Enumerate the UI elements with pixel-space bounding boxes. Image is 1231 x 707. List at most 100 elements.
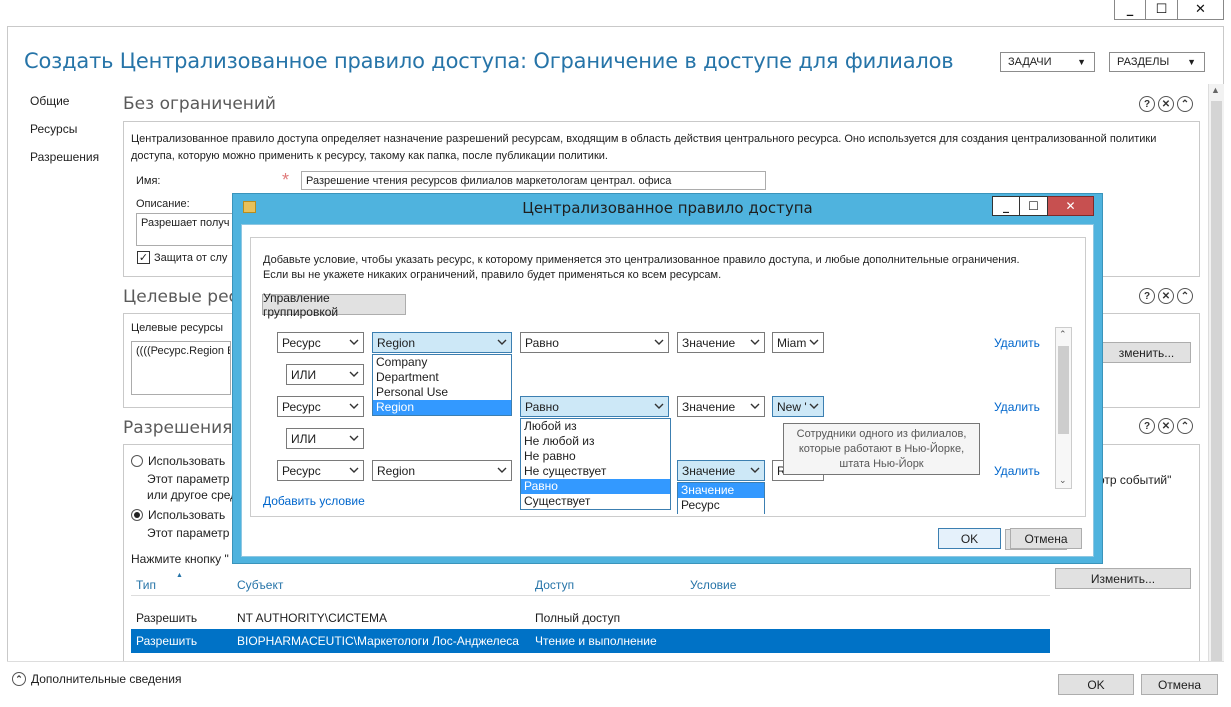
permissions-table-header: Тип ▲ Субъект Доступ Условие: [131, 572, 1050, 596]
option-not-exists[interactable]: Не существует: [521, 464, 670, 479]
protect-checkbox-row[interactable]: ✓ Защита от слу: [137, 251, 227, 264]
sections-dropdown[interactable]: РАЗДЕЛЫ ▼: [1109, 52, 1205, 72]
operator-dropdown-1[interactable]: Равно: [520, 332, 669, 353]
chevron-down-icon: [654, 403, 664, 409]
permissions-option-1[interactable]: Использовать: [131, 454, 225, 468]
option-not-any-of[interactable]: Не любой из: [521, 434, 670, 449]
main-scrollbar[interactable]: ▲: [1208, 84, 1224, 668]
source-value: Ресурс: [282, 335, 321, 350]
column-subject[interactable]: Субъект: [237, 578, 283, 592]
value-type-dropdown-2[interactable]: Значение: [677, 396, 765, 417]
close-icon[interactable]: ✕: [1158, 418, 1174, 434]
column-condition[interactable]: Условие: [690, 578, 736, 592]
tasks-dropdown[interactable]: ЗАДАЧИ ▼: [1000, 52, 1095, 72]
operator-dropdown-2[interactable]: Равно: [520, 396, 669, 417]
attribute-dropdown-3[interactable]: Region: [372, 460, 512, 481]
nav-item-permissions[interactable]: Разрешения: [30, 150, 99, 178]
radio-selected-icon[interactable]: [131, 509, 143, 521]
option-2-desc: Этот параметр: [147, 526, 230, 540]
attribute-dropdown-1[interactable]: Region: [372, 332, 512, 353]
value-type-options-list[interactable]: Значение Ресурс: [677, 482, 765, 514]
chevron-down-icon: [349, 403, 359, 409]
option-value[interactable]: Значение: [678, 483, 764, 498]
value-dropdown-2[interactable]: New ': [772, 396, 824, 417]
close-button[interactable]: ✕: [1178, 0, 1224, 20]
help-icon[interactable]: ?: [1139, 418, 1155, 434]
value-type-dropdown-3[interactable]: Значение: [677, 460, 765, 481]
option-personal-use[interactable]: Personal Use: [373, 385, 511, 400]
expand-icon[interactable]: ⌃: [12, 672, 26, 686]
more-info-toggle[interactable]: ⌃ Дополнительные сведения: [12, 672, 181, 686]
option-1-label: Использовать: [148, 454, 226, 468]
value-text: Miam: [777, 335, 807, 350]
option-company[interactable]: Company: [373, 355, 511, 370]
name-input[interactable]: Разрешение чтения ресурсов филиалов марк…: [301, 171, 766, 190]
help-icon[interactable]: ?: [1139, 96, 1155, 112]
operator-options-list[interactable]: Любой из Не любой из Не равно Не существ…: [520, 418, 671, 510]
radio-icon[interactable]: [131, 455, 143, 467]
tasks-label: ЗАДАЧИ: [1008, 56, 1052, 68]
value-type-dropdown-1[interactable]: Значение: [677, 332, 765, 353]
dialog-cancel-button[interactable]: Отмена: [1010, 528, 1082, 549]
option-resource[interactable]: Ресурс: [678, 498, 764, 513]
connector-value: ИЛИ: [291, 367, 317, 382]
scrollbar-thumb[interactable]: [1211, 101, 1222, 668]
source-dropdown-3[interactable]: Ресурс: [277, 460, 364, 481]
nav-item-resources[interactable]: Ресурсы: [30, 122, 99, 150]
collapse-icon[interactable]: ⌃: [1177, 288, 1193, 304]
page-title: Создать Централизованное правило доступа…: [24, 49, 954, 73]
close-icon[interactable]: ✕: [1158, 96, 1174, 112]
table-row[interactable]: Разрешить NT AUTHORITY\СИСТЕМА Полный до…: [131, 606, 1050, 630]
attribute-value: Region: [377, 335, 416, 350]
permissions-option-2[interactable]: Использовать: [131, 508, 225, 522]
remove-condition-link-1[interactable]: Удалить: [994, 336, 1040, 350]
collapse-icon[interactable]: ⌃: [1177, 96, 1193, 112]
option-equals[interactable]: Равно: [521, 479, 670, 494]
maximize-button[interactable]: ☐: [1146, 0, 1178, 20]
dialog-maximize-button[interactable]: ☐: [1020, 196, 1048, 216]
remove-condition-link-2[interactable]: Удалить: [994, 400, 1040, 414]
option-department[interactable]: Department: [373, 370, 511, 385]
ok-button[interactable]: OK: [1058, 674, 1134, 695]
option-not-equal[interactable]: Не равно: [521, 449, 670, 464]
scroll-up-icon[interactable]: ⌃: [1059, 329, 1067, 340]
dialog-ok-button[interactable]: OK: [938, 528, 1001, 549]
option-any-of[interactable]: Любой из: [521, 419, 670, 434]
source-dropdown-2[interactable]: Ресурс: [277, 396, 364, 417]
table-row-selected[interactable]: Разрешить BIOPHARMACEUTIC\Маркетологи Ло…: [131, 629, 1050, 653]
description-input[interactable]: Разрешает получ: [136, 213, 236, 246]
row-access: Полный доступ: [535, 611, 621, 625]
group-management-button[interactable]: Управление группировкой: [262, 291, 406, 319]
collapse-icon[interactable]: ⌃: [1177, 418, 1193, 434]
option-exists[interactable]: Существует: [521, 494, 670, 509]
remove-condition-link-3[interactable]: Удалить: [994, 464, 1040, 478]
checkbox-checked-icon[interactable]: ✓: [137, 251, 150, 264]
more-info-label: Дополнительные сведения: [31, 672, 182, 686]
nav-item-general[interactable]: Общие: [30, 94, 99, 122]
chevron-down-icon: ▼: [1077, 57, 1086, 67]
change-resources-button[interactable]: зменить...: [1102, 342, 1191, 363]
connector-dropdown-2[interactable]: ИЛИ: [286, 428, 364, 449]
permissions-hint: Нажмите кнопку ": [131, 552, 229, 566]
change-permissions-button[interactable]: Изменить...: [1055, 568, 1191, 589]
column-access[interactable]: Доступ: [535, 578, 574, 592]
column-type[interactable]: Тип: [136, 578, 156, 592]
minimize-button[interactable]: _: [1114, 0, 1146, 20]
option-region[interactable]: Region: [373, 400, 511, 415]
dialog-close-button[interactable]: ✕: [1048, 196, 1094, 216]
sort-asc-icon: ▲: [176, 572, 183, 579]
connector-dropdown-1[interactable]: ИЛИ: [286, 364, 364, 385]
footer: ⌃ Дополнительные сведения OK Отмена: [7, 661, 1224, 707]
add-condition-link[interactable]: Добавить условие: [263, 494, 365, 508]
dialog-scrollbar-thumb[interactable]: [1058, 346, 1069, 434]
value-dropdown-1[interactable]: Miam: [772, 332, 824, 353]
help-icon[interactable]: ?: [1139, 288, 1155, 304]
close-icon[interactable]: ✕: [1158, 288, 1174, 304]
source-dropdown-1[interactable]: Ресурс: [277, 332, 364, 353]
dialog-scrollbar[interactable]: ⌃ ⌄: [1055, 327, 1072, 489]
scroll-up-icon[interactable]: ▲: [1211, 85, 1220, 95]
dialog-minimize-button[interactable]: _: [992, 196, 1020, 216]
scroll-down-icon[interactable]: ⌄: [1059, 475, 1067, 486]
attribute-options-list[interactable]: Company Department Personal Use Region: [372, 354, 512, 416]
cancel-button[interactable]: Отмена: [1141, 674, 1218, 695]
